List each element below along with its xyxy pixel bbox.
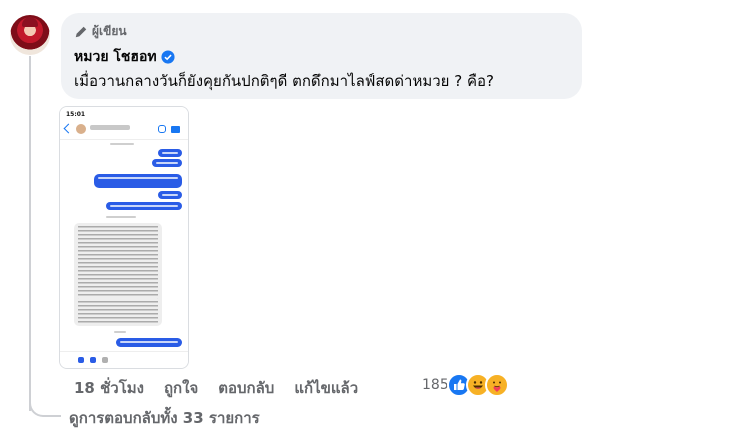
comment-text: เมื่อวานกลางวันก็ยังคุยกันปกติๆดี ตกดึกม… <box>74 72 494 90</box>
attached-screenshot[interactable]: 15:01 <box>59 106 189 369</box>
view-replies-link[interactable]: ดูการตอบกลับทั้ง 33 รายการ <box>69 406 260 430</box>
avatar[interactable] <box>10 15 50 55</box>
edited-label[interactable]: แก้ไขแล้ว <box>294 376 358 400</box>
chat-avatar <box>76 124 86 134</box>
back-icon <box>63 123 74 134</box>
reply-button[interactable]: ตอบกลับ <box>218 376 274 400</box>
mic-icon <box>102 357 108 363</box>
author-name[interactable]: หมวย โชฮอท <box>74 46 157 68</box>
author-badge: ผู้เขียน <box>74 22 127 41</box>
camera-icon <box>78 357 84 363</box>
chat-bubble-text <box>78 301 158 323</box>
video-icon <box>171 126 180 133</box>
chat-bubble-sent <box>158 191 182 199</box>
thread-connector <box>29 395 61 417</box>
image-icon <box>90 357 96 363</box>
author-badge-label: ผู้เขียน <box>92 24 127 38</box>
chat-bubble-sent <box>94 174 182 188</box>
thread-line <box>29 56 31 411</box>
comment-bubble: ผู้เขียน หมวย โชฮอท เมื่อวานกลางวันก็ยัง… <box>61 13 582 99</box>
comment-actions: 18 ชั่วโมง ถูกใจ ตอบกลับ แก้ไขแล้ว <box>74 376 378 400</box>
reaction-summary[interactable]: 185 <box>422 373 509 397</box>
chat-contact-name <box>90 125 130 130</box>
reaction-count: 185 <box>422 377 449 393</box>
chat-timestamp <box>114 331 126 333</box>
comment-timestamp[interactable]: 18 ชั่วโมง <box>74 376 144 400</box>
chat-bubble-received <box>74 298 162 326</box>
pencil-icon <box>75 26 87 37</box>
verified-icon <box>161 50 175 64</box>
like-button[interactable]: ถูกใจ <box>164 376 198 400</box>
avatar-hat <box>22 17 38 27</box>
phone-composer <box>60 351 188 368</box>
phone-icon <box>158 125 166 133</box>
author-row: หมวย โชฮอท <box>74 46 175 68</box>
chat-bubble-sent <box>116 338 182 347</box>
chat-bubble-sent <box>152 159 182 167</box>
chat-timestamp <box>110 143 134 145</box>
phone-status-time: 15:01 <box>66 111 86 118</box>
chat-bubble-sent <box>106 202 182 210</box>
care-icon <box>484 373 509 397</box>
chat-timestamp <box>106 216 136 218</box>
chat-screenshot-image: 15:01 <box>60 107 188 368</box>
chat-bubble-sent <box>158 149 182 157</box>
phone-chat-header <box>60 121 188 140</box>
